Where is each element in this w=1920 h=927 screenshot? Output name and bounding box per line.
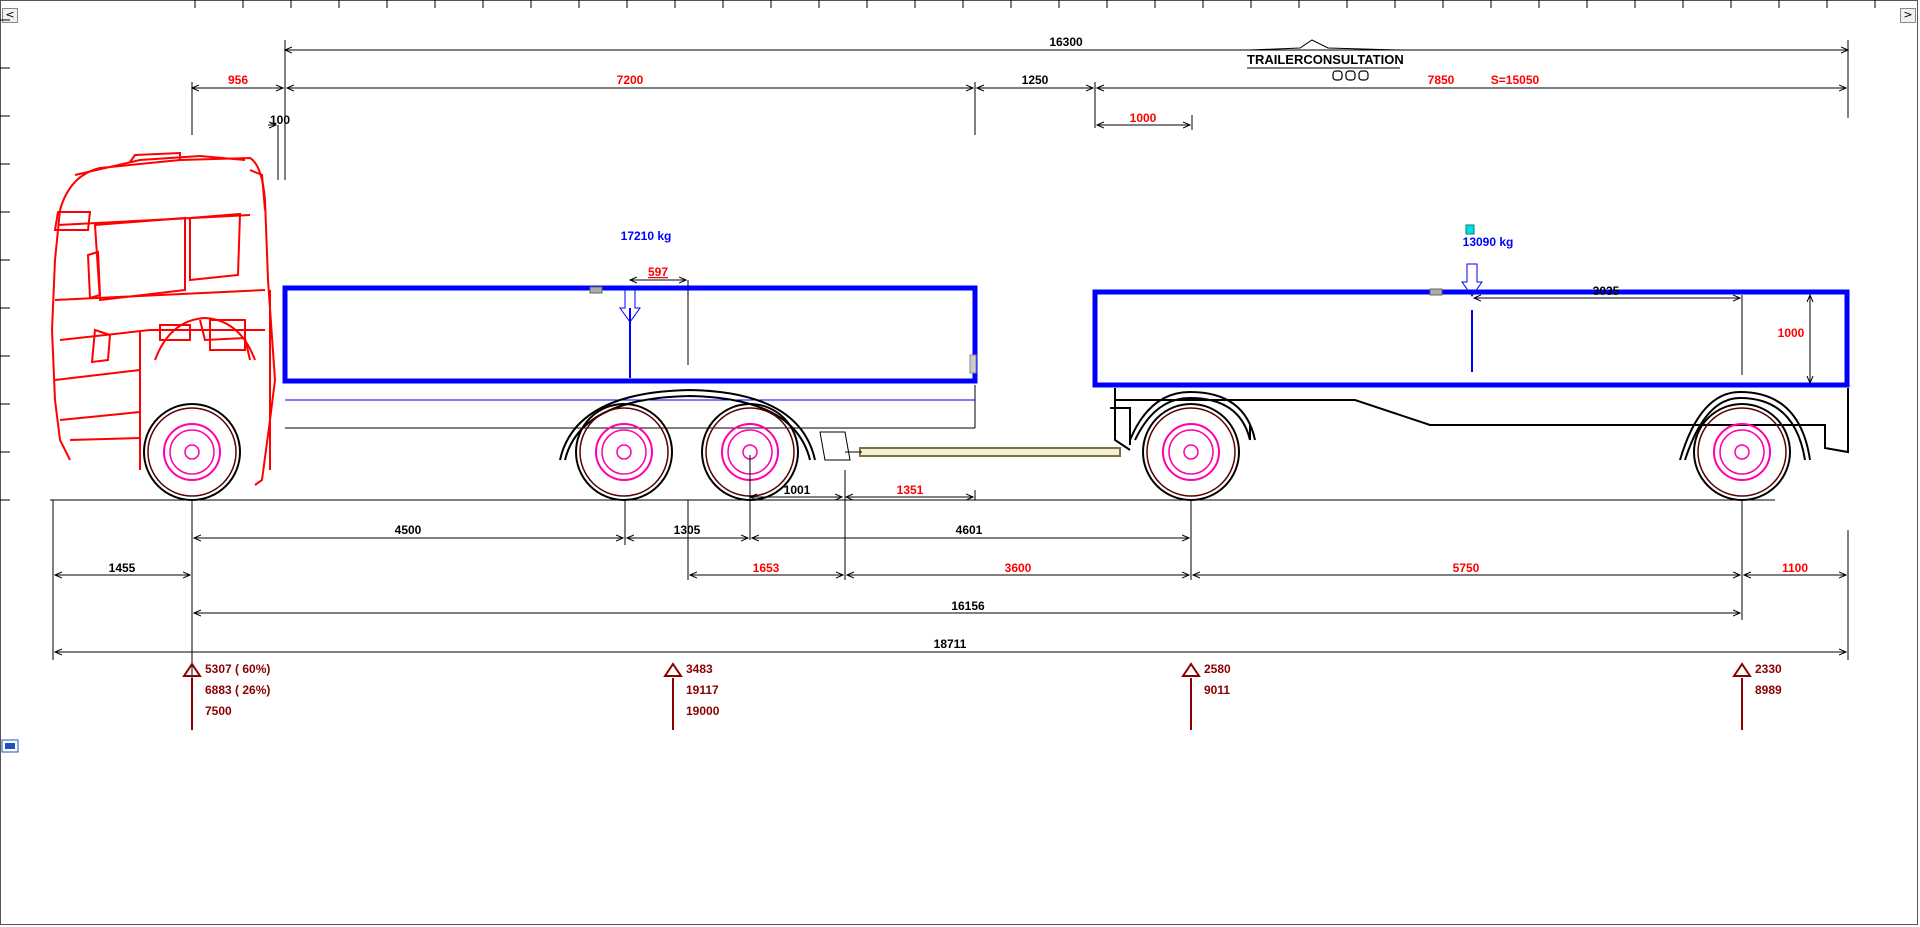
dim-truck-body: 7200 [617,73,644,87]
dim-wheelbase-1: 4500 [395,523,422,537]
axle-load-marker: 2580 9011 [1181,662,1231,730]
wheel [575,403,673,501]
axle-load-marker: 5307 ( 60%) 6883 ( 26%) 7500 [182,662,270,730]
trailer-payload-label: 13090 kg [1463,235,1514,249]
dim-cab-gap: 100 [270,113,290,127]
ooo-logo-icon [1332,70,1369,81]
wheel [1693,403,1791,501]
truck-chassis [285,385,976,429]
axle-load-value: 19000 [686,704,720,718]
axle-load-value: 6883 ( 26%) [205,683,270,697]
dim-trailer-height: 1000 [1778,326,1805,340]
dim-hitch-1: 1001 [784,483,811,497]
axle-load-value: 2580 [1204,662,1231,676]
axle-load-marker: 2330 8989 [1732,662,1782,730]
axle-load-value: 2330 [1755,662,1782,676]
axle-load-marker: 3483 19117 19000 [663,662,720,730]
wheel [143,403,241,501]
dim-drawbar: 4601 [956,523,983,537]
axle-load-value: 7500 [205,704,232,718]
dim-5750: 5750 [1453,561,1480,575]
dim-axle-span: 16156 [951,599,985,613]
axle-load-value: 9011 [1204,683,1230,697]
axle-load-value: 3483 [686,662,713,676]
dim-trailer-cog: 3035 [1593,284,1620,298]
dim-total-length: 16300 [1049,35,1083,49]
trailerconsultation-logo: TRAILERCONSULTATION [1247,39,1404,81]
axle-load-value: 5307 ( 60%) [205,662,270,676]
drawbar [819,431,1121,461]
dim-1653: 1653 [753,561,780,575]
dim-trailer-body: 7850 [1428,73,1455,87]
dim-3600: 3600 [1005,561,1032,575]
top-ruler [194,0,1876,8]
trailer-body [1092,224,1850,388]
dim-1100: 1100 [1782,561,1808,575]
truck-body [282,280,978,401]
left-ruler [0,19,10,501]
axle-loads: 5307 ( 60%) 6883 ( 26%) 7500 3483 19117 19000… [182,662,1782,730]
axle-load-value: 19117 [686,683,719,697]
dim-wheelbase-2: 1305 [674,523,701,537]
dim-hitch-2: 1351 [897,483,924,497]
wheel [1142,403,1240,501]
dim-truck-front: 956 [228,73,248,87]
dim-trailer-front-offset: 1000 [1130,111,1157,125]
truck-payload-label: 17210 kg [621,229,672,243]
dim-truck-cog: 597 [648,265,668,279]
vehicle-drawing-canvas: TRAILERCONSULTATION 16300 956 7200 1250 … [0,0,1918,925]
canvas-frame [0,0,1918,925]
logo-text: TRAILERCONSULTATION [1247,52,1404,67]
truck-cab [50,151,277,486]
axle-load-value: 8989 [1755,683,1782,697]
dim-s-total: S=15050 [1491,73,1540,87]
dim-front-overhang: 1455 [109,561,136,575]
dim-overall-length: 18711 [934,637,967,651]
monitor-icon[interactable] [1,739,19,753]
dim-body-gap: 1250 [1022,73,1049,87]
